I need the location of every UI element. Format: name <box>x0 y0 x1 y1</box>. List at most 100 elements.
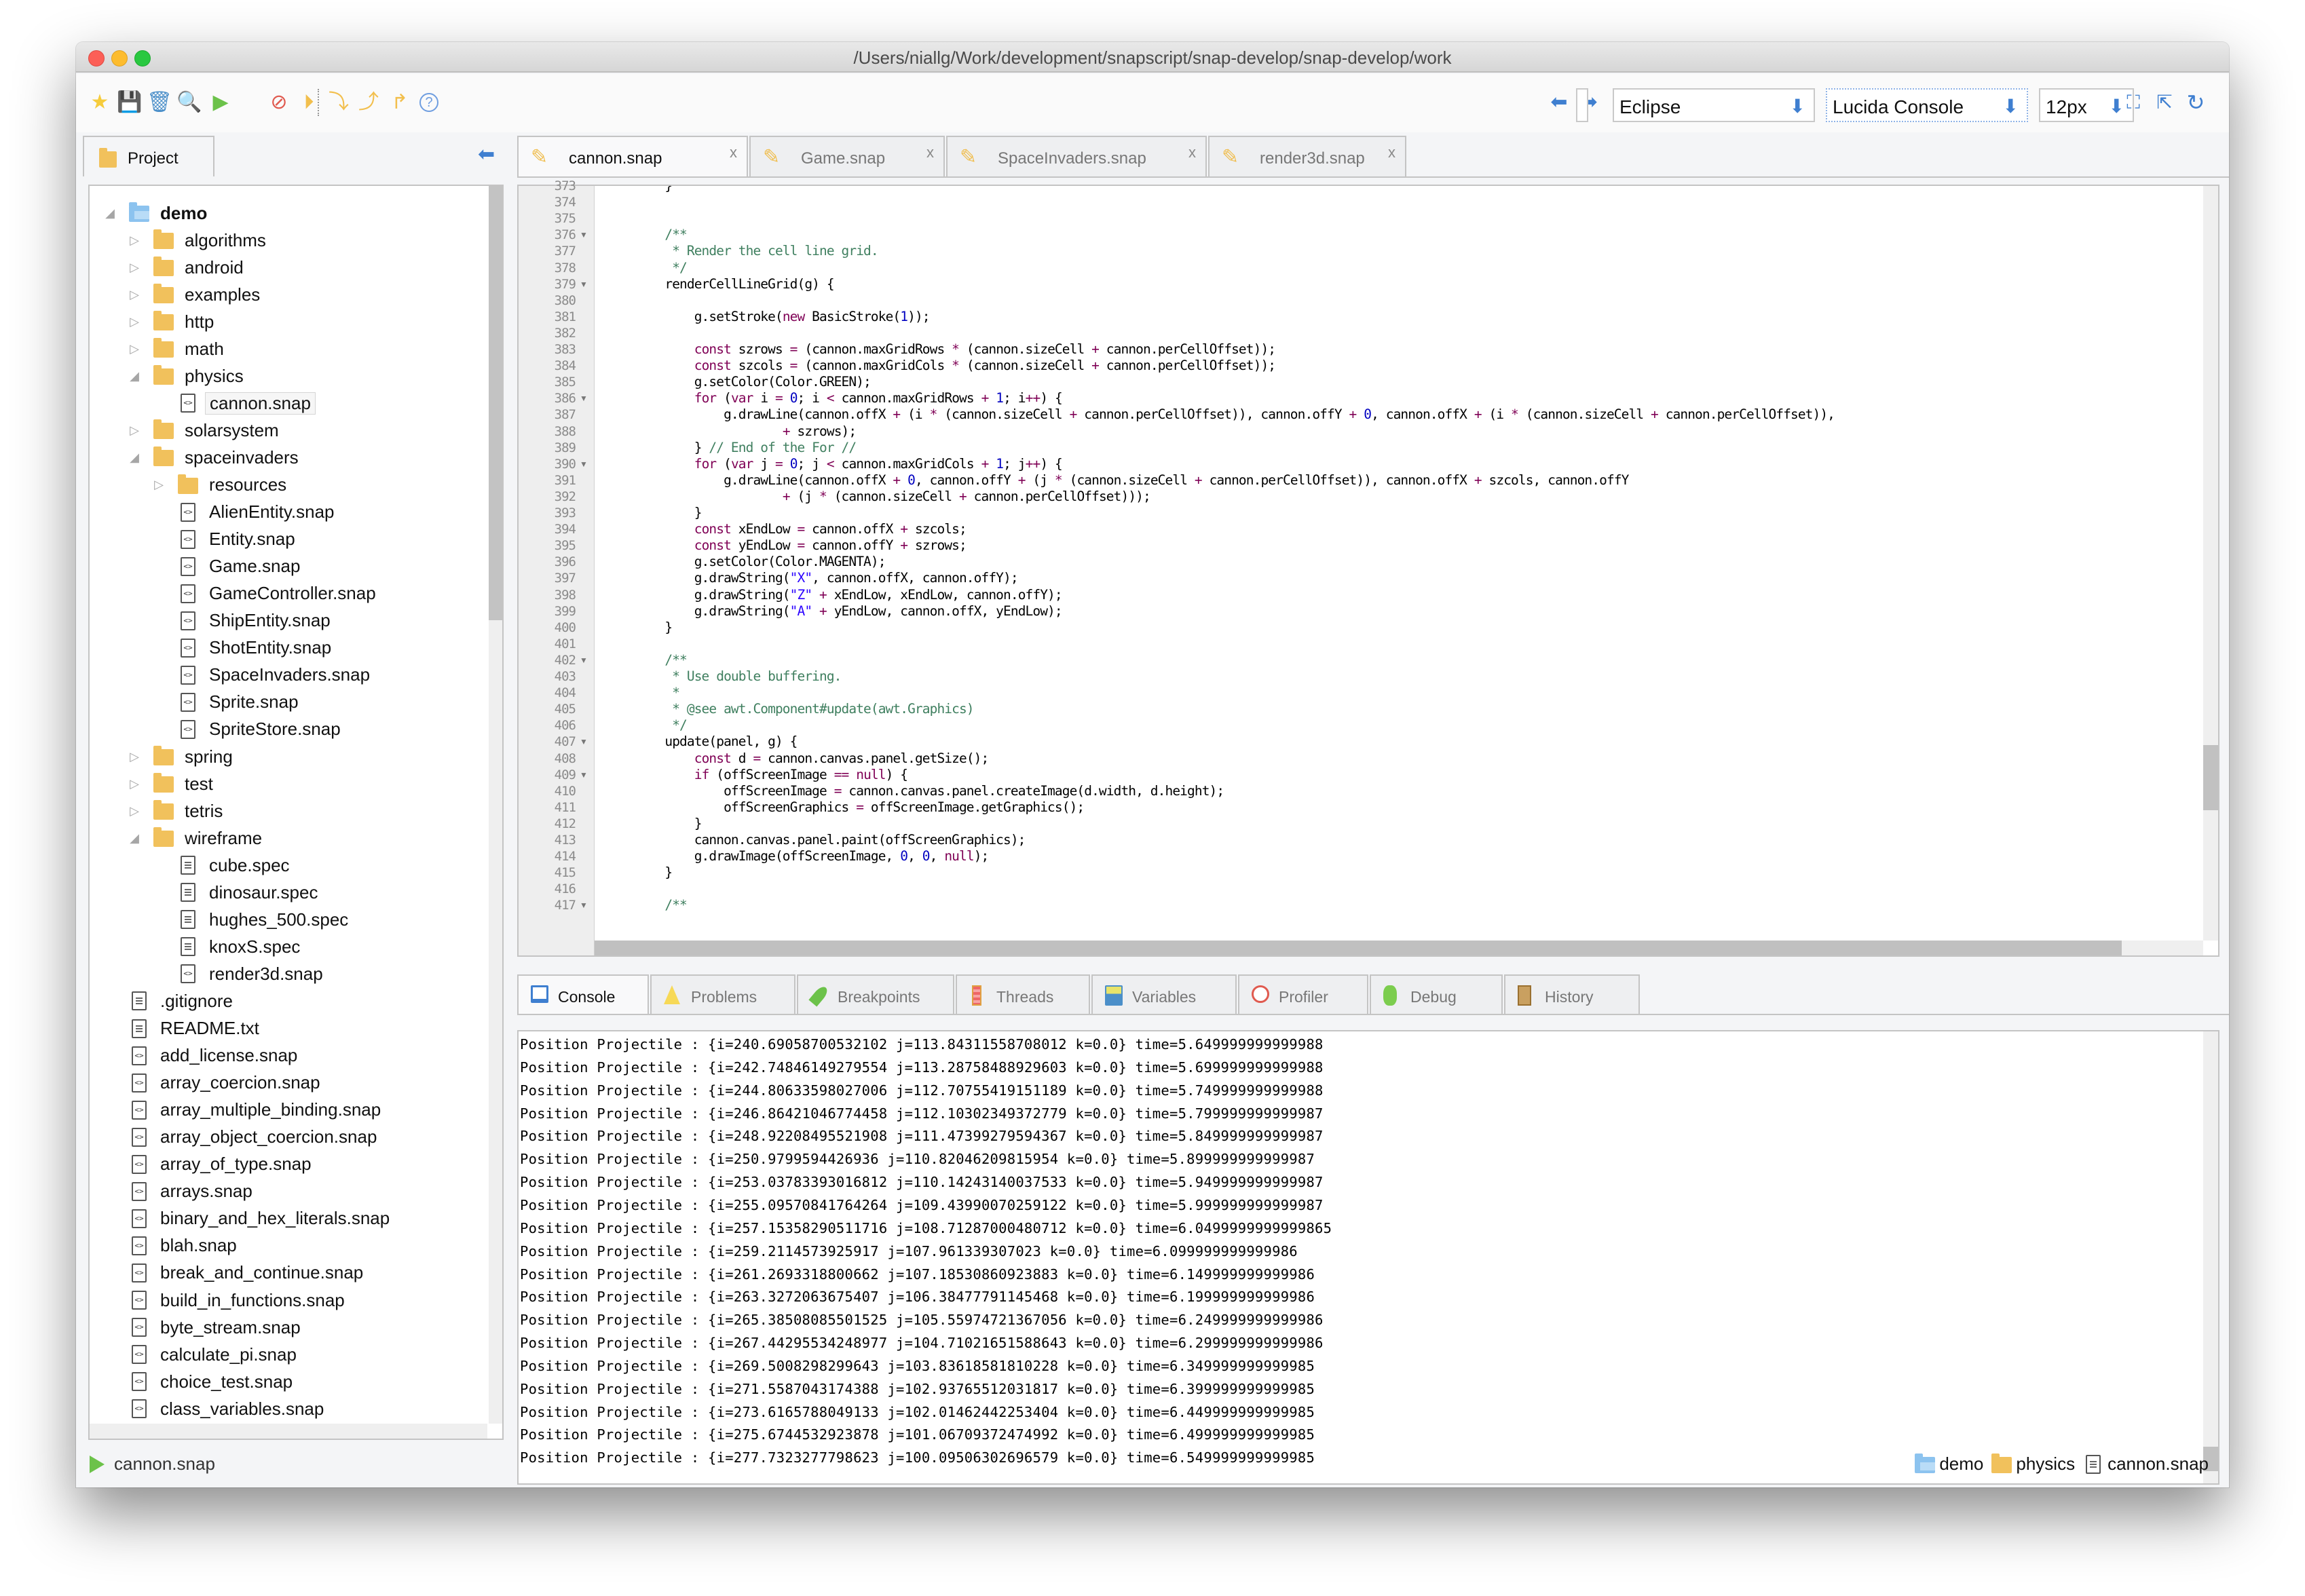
tree-file[interactable]: <> array_object_coercion.snap <box>126 1124 377 1151</box>
collapsed-arrow-icon[interactable]: ▷ <box>126 261 143 275</box>
back-icon[interactable]: ⬅ <box>1548 90 1571 115</box>
step-over-icon[interactable]: ⤵ <box>327 90 350 115</box>
code-line[interactable]: * Render the cell line grid. <box>635 243 878 259</box>
tree-file[interactable]: cube.spec <box>151 852 290 879</box>
tree-file[interactable]: <> arrays.snap <box>126 1178 252 1205</box>
collapsed-arrow-icon[interactable]: ▷ <box>126 315 143 329</box>
collapsed-arrow-icon[interactable]: ▷ <box>126 233 143 248</box>
tree-file[interactable]: <> SpriteStore.snap <box>151 716 341 743</box>
expanded-arrow-icon[interactable]: ◢ <box>126 451 143 465</box>
code-line[interactable]: g.drawLine(cannon.offX + (i * (cannon.si… <box>635 406 1835 423</box>
code-line[interactable]: */ <box>635 717 688 734</box>
fold-toggle-icon[interactable]: ▼ <box>580 459 588 469</box>
code-line[interactable]: const d = cannon.canvas.panel.getSize(); <box>635 750 990 767</box>
code-line[interactable]: } <box>635 620 673 636</box>
code-editor[interactable]: 373 374 375 376 ▼ 377 378 379 ▼ 380 381 382 383 384 38… <box>517 178 2219 957</box>
console-vertical-scrollbar[interactable] <box>2203 1031 2218 1483</box>
tab-variables[interactable]: Variables <box>1091 974 1237 1014</box>
tree-folder[interactable]: ▷ resources <box>151 472 286 499</box>
tree-file[interactable]: <> byte_stream.snap <box>126 1314 301 1341</box>
code-line[interactable]: * @see awt.Component#update(awt.Graphics… <box>635 701 974 717</box>
code-line[interactable]: g.setStroke(new BasicStroke(1)); <box>635 309 931 325</box>
theme-select[interactable]: Eclipse ⬇ <box>1613 88 1815 122</box>
code-line[interactable]: } <box>635 816 702 832</box>
collapsed-arrow-icon[interactable]: ▷ <box>126 777 143 791</box>
tree-file[interactable]: <> choice_test.snap <box>126 1368 293 1395</box>
code-line[interactable]: /** <box>635 652 687 668</box>
tree-file[interactable]: <> blah.snap <box>126 1232 237 1259</box>
tab-debug[interactable]: Debug <box>1370 974 1503 1014</box>
code-line[interactable]: } // End of the For // <box>635 440 857 456</box>
tree-horizontal-scrollbar[interactable] <box>90 1424 487 1439</box>
code-line[interactable]: const yEndLow = cannon.offY + szrows; <box>635 537 967 554</box>
tab-history[interactable]: History <box>1504 974 1640 1014</box>
tree-folder[interactable]: ▷ http <box>126 308 214 335</box>
tree-file[interactable]: <> build_in_functions.snap <box>126 1287 345 1314</box>
tree-folder[interactable]: ▷ algorithms <box>126 227 266 254</box>
tree-folder[interactable]: ◢ spaceinvaders <box>126 444 299 471</box>
console-output[interactable]: Position Projectile : {i=240.69058700532… <box>517 1030 2219 1485</box>
tree-file[interactable]: <> array_coercion.snap <box>126 1069 320 1097</box>
editor-tab[interactable]: ✎ SpaceInvaders.snap x <box>946 136 1207 176</box>
tree-folder[interactable]: ◢ physics <box>126 362 244 390</box>
code-line[interactable]: * Use double buffering. <box>635 668 842 685</box>
fold-toggle-icon[interactable]: ▼ <box>580 230 588 240</box>
code-line[interactable]: const szrows = (cannon.maxGridRows * (ca… <box>635 341 1276 358</box>
code-line[interactable]: } <box>635 186 673 194</box>
tree-file[interactable]: <> add_license.snap <box>126 1042 297 1069</box>
code-line[interactable]: for (var i = 0; i < cannon.maxGridRows +… <box>635 390 1063 406</box>
collapsed-arrow-icon[interactable]: ▷ <box>151 478 167 492</box>
code-line[interactable]: cannon.canvas.panel.paint(offScreenGraph… <box>635 832 1026 848</box>
collapsed-arrow-icon[interactable]: ▷ <box>126 342 143 356</box>
tree-file[interactable]: <> SpaceInvaders.snap <box>151 662 370 689</box>
tree-file[interactable]: hughes_500.spec <box>151 906 348 933</box>
external-window-icon[interactable]: ⇱ <box>2153 90 2176 115</box>
tree-file[interactable]: <> binary_and_hex_literals.snap <box>126 1205 390 1232</box>
fold-toggle-icon[interactable]: ▼ <box>580 737 588 746</box>
tree-folder[interactable]: ▷ tetris <box>126 797 223 824</box>
collapsed-arrow-icon[interactable]: ▷ <box>126 804 143 818</box>
collapsed-arrow-icon[interactable]: ▷ <box>126 750 143 764</box>
tree-file[interactable]: <> Sprite.snap <box>151 689 299 716</box>
fold-toggle-icon[interactable]: ▼ <box>580 900 588 910</box>
code-line[interactable]: } <box>635 864 673 881</box>
editor-tab[interactable]: ✎ cannon.snap x <box>517 136 748 178</box>
search-icon[interactable]: 🔍 <box>176 90 202 115</box>
code-line[interactable]: g.drawString("A" + yEndLow, cannon.offX,… <box>635 603 1063 620</box>
fold-toggle-icon[interactable]: ▼ <box>580 656 588 665</box>
tree-file[interactable]: .gitignore <box>126 987 233 1014</box>
code-line[interactable]: g.setColor(Color.GREEN); <box>635 374 872 390</box>
tab-profiler[interactable]: Profiler <box>1238 974 1368 1014</box>
save-icon[interactable]: 💾 <box>117 90 142 115</box>
code-line[interactable]: const szcols = (cannon.maxGridCols * (ca… <box>635 358 1276 374</box>
fold-toggle-icon[interactable]: ▼ <box>580 280 588 289</box>
code-line[interactable]: const xEndLow = cannon.offX + szcols; <box>635 521 967 537</box>
editor-horizontal-scrollbar[interactable] <box>595 940 2203 955</box>
code-line[interactable]: g.drawString("Z" + xEndLow, xEndLow, can… <box>635 587 1063 603</box>
code-line[interactable]: offScreenImage = cannon.canvas.panel.cre… <box>635 783 1224 799</box>
scrollbar-thumb[interactable] <box>489 186 502 620</box>
close-tab-icon[interactable]: x <box>730 144 737 162</box>
editor-tab[interactable]: ✎ Game.snap x <box>749 136 945 176</box>
tab-problems[interactable]: Problems <box>650 974 795 1014</box>
editor-tab[interactable]: ✎ render3d.snap x <box>1208 136 1406 176</box>
stop-icon[interactable]: ⊘ <box>267 90 291 115</box>
breadcrumb-root[interactable]: demo <box>1913 1453 1983 1475</box>
tree-file[interactable]: <> ShipEntity.snap <box>151 607 331 634</box>
step-in-icon[interactable]: ⤴ <box>357 90 380 115</box>
tree-file[interactable]: <> ShotEntity.snap <box>151 634 331 662</box>
tab-console[interactable]: Console <box>517 974 649 1015</box>
font-select[interactable]: Lucida Console ⬇ <box>1826 88 2028 122</box>
tree-folder[interactable]: ◢ wireframe <box>126 824 262 852</box>
tree-file[interactable]: README.txt <box>126 1015 259 1042</box>
expanded-arrow-icon[interactable]: ◢ <box>126 831 143 846</box>
star-icon[interactable]: ★ <box>88 90 111 115</box>
fold-toggle-icon[interactable]: ▼ <box>580 770 588 780</box>
trash-icon[interactable]: 🗑 <box>147 90 172 115</box>
expanded-arrow-icon[interactable]: ◢ <box>102 206 118 221</box>
font-size-select[interactable]: 12px ⬇ <box>2039 88 2134 122</box>
code-line[interactable]: /** <box>635 897 687 913</box>
breadcrumb-folder[interactable]: physics <box>1990 1453 2075 1475</box>
tree-file[interactable]: dinosaur.spec <box>151 879 318 906</box>
code-line[interactable]: renderCellLineGrid(g) { <box>635 276 834 292</box>
